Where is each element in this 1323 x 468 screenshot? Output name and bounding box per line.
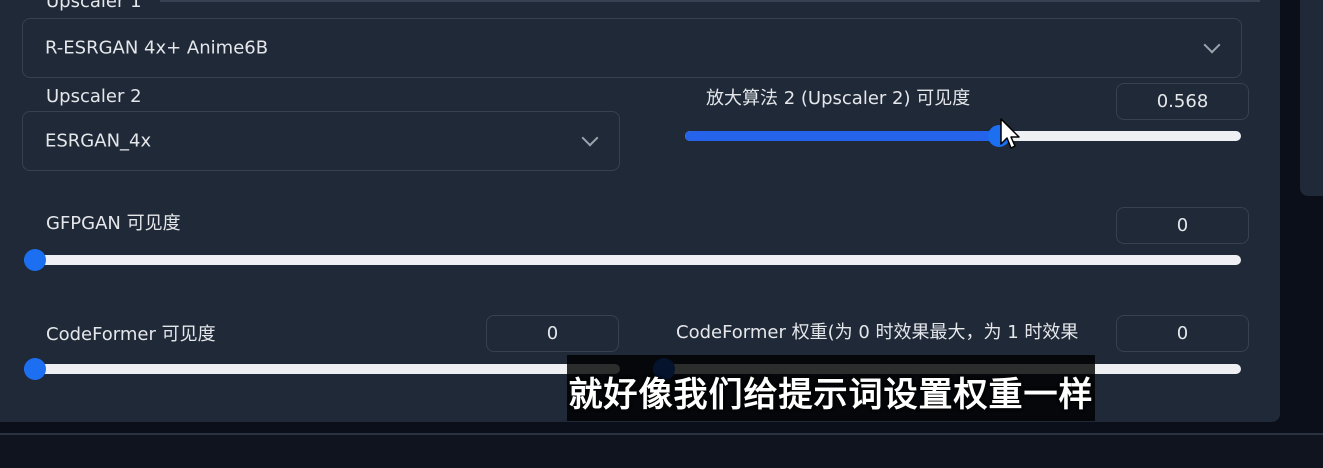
gfpgan-visibility-label: GFPGAN 可见度 xyxy=(46,213,181,234)
slider-thumb[interactable] xyxy=(24,358,46,380)
subtitle-overlay: 就好像我们给提示词设置权重一样 xyxy=(567,355,1095,421)
gfpgan-visibility-slider[interactable] xyxy=(24,248,1241,272)
codeformer-weight-input[interactable]: 0 xyxy=(1116,315,1249,352)
slider-fill xyxy=(685,131,1000,141)
upscaler2-visibility-label: 放大算法 2 (Upscaler 2) 可见度 xyxy=(706,88,971,109)
chevron-down-icon xyxy=(581,129,599,147)
slider-thumb[interactable] xyxy=(24,249,46,271)
slider-track xyxy=(24,255,1241,265)
gfpgan-visibility-input[interactable]: 0 xyxy=(1116,207,1249,244)
codeformer-weight-label-clip: CodeFormer 权重(为 0 时效果最大，为 1 时效果 xyxy=(676,318,1118,346)
upscaler2-visibility-slider[interactable] xyxy=(685,124,1241,148)
slider-track xyxy=(24,364,620,374)
upscaler2-value: ESRGAN_4x xyxy=(45,130,152,152)
upscaler1-value: R-ESRGAN 4x+ Anime6B xyxy=(45,37,269,59)
codeformer-visibility-input[interactable]: 0 xyxy=(486,315,619,352)
mouse-cursor-icon xyxy=(1000,118,1020,149)
codeformer-visibility-label: CodeFormer 可见度 xyxy=(46,324,216,345)
side-panel-edge xyxy=(1300,0,1323,196)
codeformer-weight-label: CodeFormer 权重(为 0 时效果最大，为 1 时效果 xyxy=(676,322,1079,343)
upscaler1-label: Upscaler 1 xyxy=(46,0,142,12)
upscaler2-visibility-input[interactable]: 0.568 xyxy=(1116,83,1249,120)
bottom-bar xyxy=(0,433,1323,468)
upscaler2-label: Upscaler 2 xyxy=(46,86,142,107)
codeformer-visibility-slider[interactable] xyxy=(24,357,620,381)
subtitle-text: 就好像我们给提示词设置权重一样 xyxy=(568,375,1094,415)
upscaler2-dropdown[interactable]: ESRGAN_4x xyxy=(22,111,620,171)
upscaler1-dropdown[interactable]: R-ESRGAN 4x+ Anime6B xyxy=(22,18,1242,78)
chevron-down-icon xyxy=(1203,36,1221,54)
panel-top-border xyxy=(160,0,1260,2)
